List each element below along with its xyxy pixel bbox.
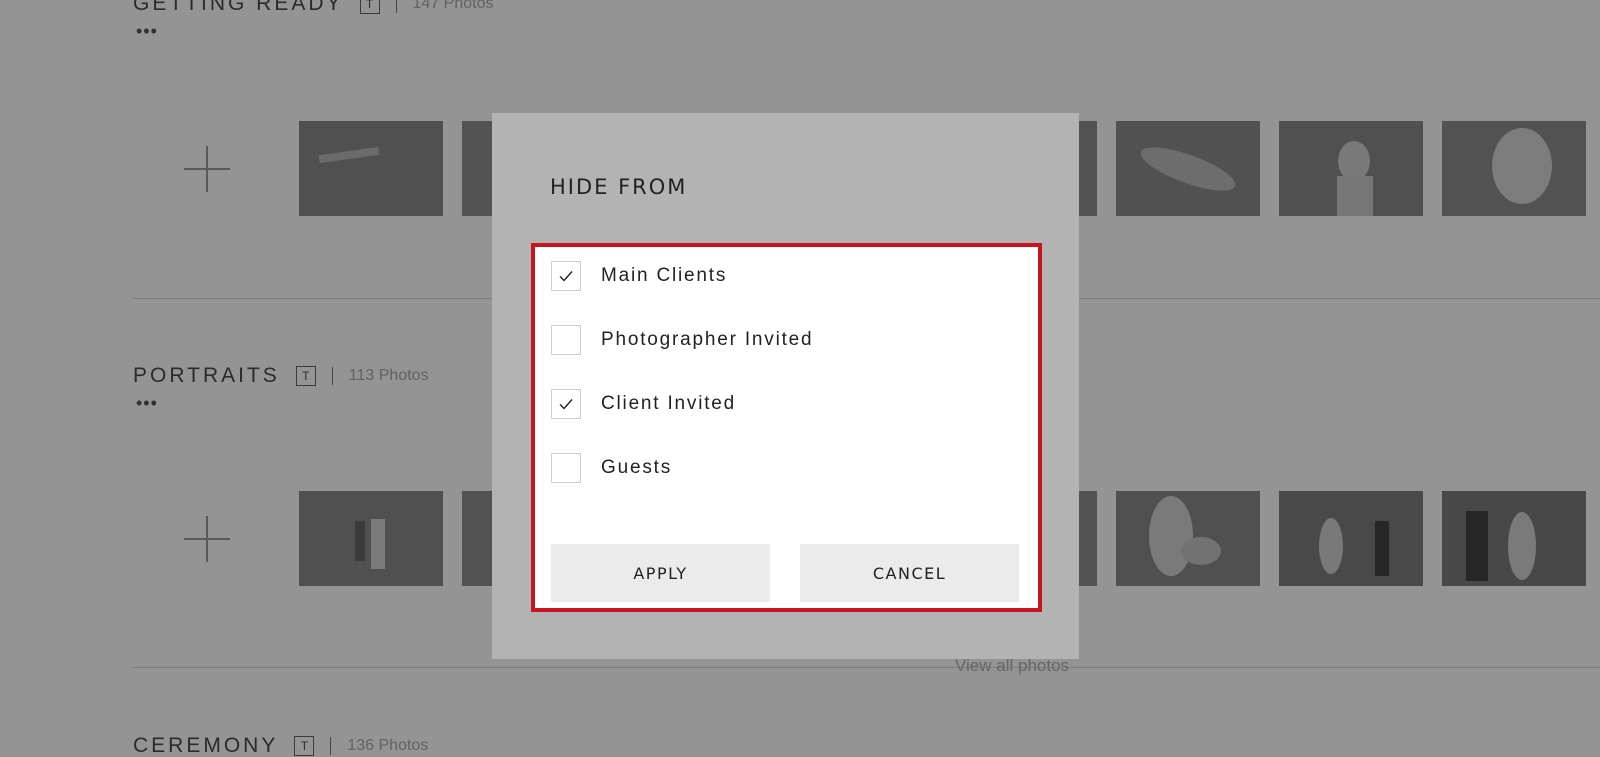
option-label: Client Invited	[601, 393, 737, 414]
option-label: Guests	[601, 457, 672, 478]
options-panel: Main Clients Photographer Invited Client…	[531, 243, 1042, 612]
option-main-clients[interactable]: Main Clients	[551, 261, 727, 291]
option-photographer-invited[interactable]: Photographer Invited	[551, 325, 813, 355]
cancel-button[interactable]: CANCEL	[800, 544, 1019, 602]
checkmark-icon	[559, 399, 573, 410]
apply-button[interactable]: APPLY	[551, 544, 770, 602]
hide-from-dialog: HIDE FROM Main Clients Photographer Invi…	[492, 113, 1079, 659]
option-guests[interactable]: Guests	[551, 453, 672, 483]
checkbox[interactable]	[551, 453, 581, 483]
checkbox[interactable]	[551, 261, 581, 291]
option-label: Main Clients	[601, 265, 728, 286]
option-client-invited[interactable]: Client Invited	[551, 389, 736, 419]
option-label: Photographer Invited	[601, 329, 814, 350]
checkbox[interactable]	[551, 389, 581, 419]
checkbox[interactable]	[551, 325, 581, 355]
checkmark-icon	[559, 271, 573, 282]
dialog-title: HIDE FROM	[550, 175, 688, 199]
